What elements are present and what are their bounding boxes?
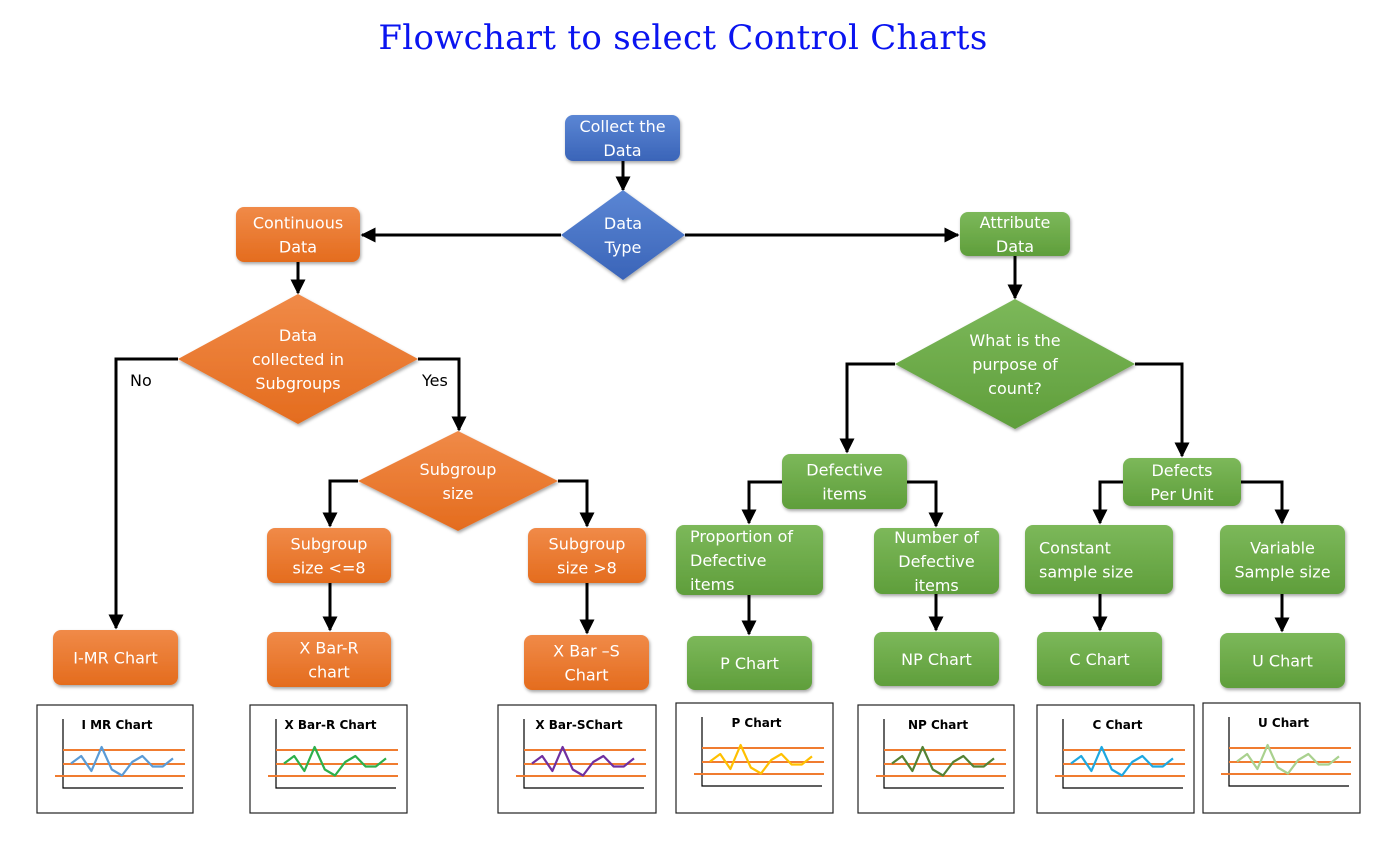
node-label-line: items: [914, 576, 958, 595]
node-subgroup-le8[interactable]: Subgroup size <=8: [267, 528, 391, 583]
thumbnail-title: NP Chart: [908, 718, 968, 732]
node-defects-per-unit[interactable]: Defects Per Unit: [1123, 458, 1241, 506]
node-xbar-r-chart[interactable]: X Bar-R chart: [267, 632, 391, 687]
node-subgroup-size-decision[interactable]: Subgroup size: [358, 431, 558, 531]
node-data-type[interactable]: Data Type: [561, 190, 685, 280]
node-imr-chart[interactable]: I-MR Chart: [53, 630, 178, 685]
thumbnail-chart: X Bar-R Chart: [249, 704, 408, 814]
thumbnail-title: X Bar-SChart: [535, 718, 623, 732]
node-label-line: Data: [279, 326, 317, 345]
node-label-line: Attribute: [980, 213, 1051, 232]
decision-diamond: [561, 190, 685, 280]
node-label-line: Data: [279, 238, 317, 257]
node-u-chart[interactable]: U Chart: [1220, 633, 1345, 688]
node-label-line: Proportion of: [690, 527, 793, 546]
node-label-line: NP Chart: [901, 650, 972, 669]
thumbnail-chart: C Chart: [1036, 704, 1195, 814]
edge-subgroup-size-decision-to-subgroup-gt8: [558, 479, 595, 528]
node-label-line: Per Unit: [1150, 485, 1213, 504]
process-box: [1025, 525, 1173, 594]
node-label-line: Variable: [1250, 539, 1315, 558]
edge-label-no: No: [130, 371, 152, 390]
node-label-line: Subgroups: [255, 374, 340, 393]
node-constant-sample[interactable]: Constant sample size: [1025, 525, 1173, 594]
thumbnail-title: C Chart: [1092, 718, 1142, 732]
node-number-defective[interactable]: Number of Defective items: [874, 528, 999, 595]
flowchart-canvas: Collect theDataDataTypeContinuousDataDat…: [36, 115, 1361, 814]
node-label-line: items: [690, 575, 734, 594]
node-label-line: Continuous: [253, 214, 343, 233]
node-label-line: Defective: [806, 461, 882, 480]
edge-defective-items-to-number-defective: [907, 480, 944, 528]
decision-diamond: [358, 431, 558, 531]
node-label-line: sample size: [1039, 563, 1133, 582]
node-defective-items[interactable]: Defective items: [782, 454, 907, 509]
node-xbar-s-chart[interactable]: X Bar –S Chart: [524, 635, 649, 690]
node-label-line: U Chart: [1252, 652, 1313, 671]
edge-purpose-decision-to-defective-items: [839, 362, 895, 454]
node-label-line: size <=8: [292, 559, 365, 578]
node-label-line: Number of: [894, 528, 979, 547]
node-c-chart[interactable]: C Chart: [1037, 632, 1162, 686]
node-subgroup-gt8[interactable]: Subgroup size >8: [528, 528, 646, 583]
edge-defects-per-unit-to-constant-sample: [1092, 480, 1123, 525]
node-label-line: Defective: [898, 552, 974, 571]
node-label-line: X Bar –S: [553, 642, 620, 661]
thumbnail-chart: NP Chart: [857, 704, 1015, 814]
node-label-line: C Chart: [1069, 650, 1129, 669]
node-label-line: purpose of: [972, 355, 1058, 374]
thumbnail-chart: U Chart: [1202, 702, 1361, 814]
thumbnail-title: P Chart: [731, 716, 781, 730]
node-variable-sample[interactable]: Variable Sample size: [1220, 525, 1345, 594]
node-label-line: size: [442, 484, 473, 503]
edge-defective-items-to-proportion-defective: [741, 480, 782, 525]
node-label-line: size >8: [557, 559, 617, 578]
node-label-line: Sample size: [1234, 563, 1330, 582]
edge-defects-per-unit-to-variable-sample: [1241, 480, 1290, 525]
node-np-chart[interactable]: NP Chart: [874, 632, 999, 686]
node-proportion-defective[interactable]: Proportion of Defective items: [676, 525, 823, 595]
node-label-line: Defective: [690, 551, 766, 570]
node-label-line: Collect the: [579, 117, 665, 136]
process-box: [1220, 525, 1345, 594]
thumbnail-chart: X Bar-SChart: [497, 704, 657, 814]
thumbnail-chart: I MR Chart: [36, 704, 194, 814]
node-label-line: Subgroup: [291, 535, 368, 554]
node-label-line: Subgroup: [420, 460, 497, 479]
node-label-line: Data: [603, 141, 641, 160]
node-label-line: Defects: [1151, 461, 1212, 480]
node-label-line: P Chart: [720, 654, 779, 673]
edge-subgroups-decision-to-subgroup-size-decision: [418, 357, 467, 432]
edge-subgroups-decision-to-imr-chart: [108, 357, 178, 630]
node-label-line: I-MR Chart: [73, 649, 157, 668]
thumbnail-title: U Chart: [1258, 716, 1309, 730]
edge-subgroup-size-decision-to-subgroup-le8: [322, 479, 358, 528]
edge-purpose-decision-to-defects-per-unit: [1135, 362, 1190, 458]
node-attribute-data[interactable]: Attribute Data: [960, 212, 1070, 256]
node-collect-data[interactable]: Collect the Data: [565, 115, 680, 161]
node-label-line: X Bar-R: [299, 639, 358, 658]
thumbnail-title: X Bar-R Chart: [284, 718, 376, 732]
node-label-line: items: [822, 485, 866, 504]
node-continuous-data[interactable]: Continuous Data: [236, 207, 360, 262]
node-label-line: Data: [996, 237, 1034, 256]
thumbnail-title: I MR Chart: [81, 718, 152, 732]
node-label-line: chart: [308, 663, 350, 682]
node-label-line: Constant: [1039, 539, 1111, 558]
node-label-line: Subgroup: [549, 535, 626, 554]
node-label-line: count?: [988, 379, 1042, 398]
node-label-line: What is the: [969, 331, 1060, 350]
node-subgroups-decision[interactable]: Data collected in Subgroups: [178, 294, 418, 424]
node-label-line: Type: [604, 238, 642, 257]
node-p-chart[interactable]: P Chart: [687, 636, 812, 690]
node-label-line: Chart: [565, 666, 609, 685]
node-purpose-decision[interactable]: What is the purpose of count?: [895, 299, 1135, 429]
edge-label-yes: Yes: [421, 371, 448, 390]
node-label-line: Data: [604, 214, 642, 233]
thumbnail-chart: P Chart: [675, 702, 834, 814]
node-label-line: collected in: [252, 350, 344, 369]
